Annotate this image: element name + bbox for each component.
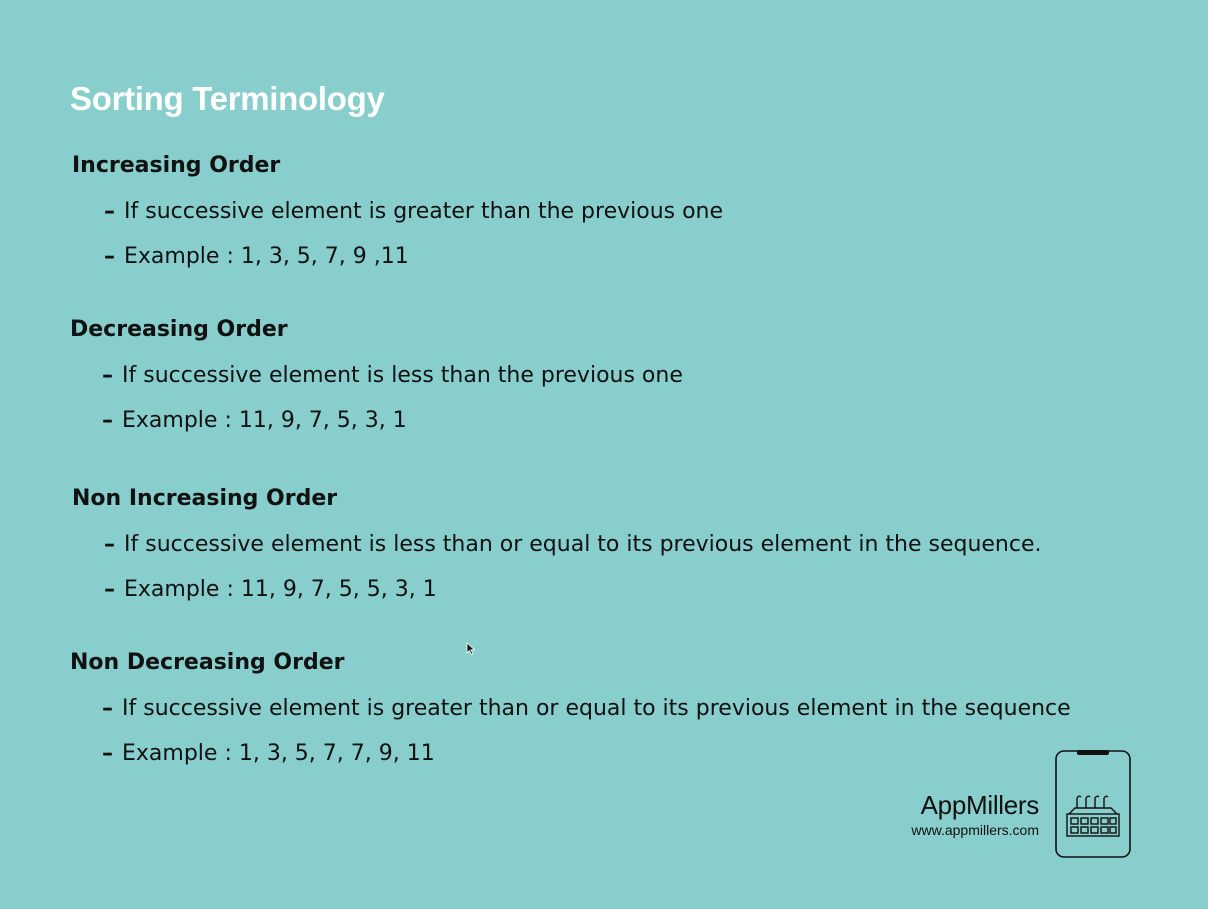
bullet-example-non-increasing: – Example : 11, 9, 7, 5, 5, 3, 1: [104, 577, 437, 602]
bullet-definition-decreasing: – If successive element is less than the …: [102, 363, 683, 388]
brand-url: www.appmillers.com: [911, 822, 1039, 838]
section-heading-increasing: Increasing Order: [72, 153, 281, 178]
bullet-dash: –: [104, 199, 115, 224]
definition-text: If successive element is greater than or…: [122, 696, 1071, 721]
slide: Sorting Terminology Increasing Order – If…: [0, 0, 1208, 909]
definition-text: If successive element is less than or eq…: [124, 532, 1042, 557]
example-text: Example : 1, 3, 5, 7, 9 ,11: [124, 244, 409, 269]
bullet-example-increasing: – Example : 1, 3, 5, 7, 9 ,11: [104, 244, 409, 269]
bullet-definition-non-increasing: – If successive element is less than or e…: [104, 532, 1042, 557]
section-heading-non-decreasing: Non Decreasing Order: [70, 650, 345, 675]
definition-text: If successive element is less than the p…: [122, 363, 683, 388]
bullet-dash: –: [102, 696, 113, 721]
example-text: Example : 11, 9, 7, 5, 5, 3, 1: [124, 577, 437, 602]
bullet-dash: –: [104, 244, 115, 269]
definition-text: If successive element is greater than th…: [124, 199, 724, 224]
brand-name: AppMillers: [920, 790, 1040, 820]
section-heading-non-increasing: Non Increasing Order: [72, 486, 338, 511]
example-text: Example : 1, 3, 5, 7, 7, 9, 11: [122, 741, 435, 766]
bullet-example-non-decreasing: – Example : 1, 3, 5, 7, 7, 9, 11: [102, 741, 435, 766]
bullet-definition-non-decreasing: – If successive element is greater than o…: [102, 696, 1071, 721]
bullet-dash: –: [102, 408, 113, 433]
bullet-dash: –: [102, 741, 113, 766]
mouse-cursor-icon: [466, 642, 476, 656]
phone-factory-icon: [1055, 750, 1131, 858]
bullet-definition-increasing: – If successive element is greater than t…: [104, 199, 723, 224]
brand-block: AppMillers www.appmillers.com: [894, 790, 1039, 840]
example-text: Example : 11, 9, 7, 5, 3, 1: [122, 408, 407, 433]
bullet-dash: –: [102, 363, 113, 388]
bullet-dash: –: [104, 577, 115, 602]
section-heading-decreasing: Decreasing Order: [70, 317, 288, 342]
bullet-example-decreasing: – Example : 11, 9, 7, 5, 3, 1: [102, 408, 407, 433]
bullet-dash: –: [104, 532, 115, 557]
slide-title: Sorting Terminology: [70, 80, 385, 117]
